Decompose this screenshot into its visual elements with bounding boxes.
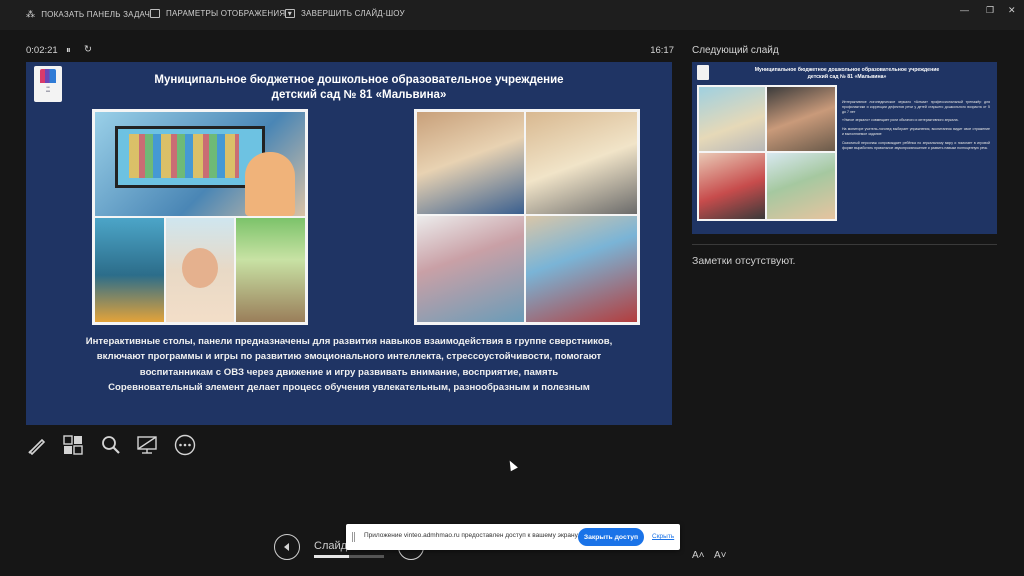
- slide-body-text: Интерактивные столы, панели предназначен…: [44, 334, 654, 395]
- pen-tool-button[interactable]: [26, 434, 48, 456]
- more-options-button[interactable]: [174, 434, 196, 456]
- left-photo-collage: [92, 109, 308, 325]
- slide-body-line4: Соревновательный элемент делает процесс …: [108, 381, 590, 393]
- show-taskbar-button[interactable]: ⁂ ПОКАЗАТЬ ПАНЕЛЬ ЗАДАЧ: [26, 9, 150, 20]
- next-para4: Сказочный персонаж сопровождает ребёнка …: [842, 140, 990, 150]
- photo-aquarium: [95, 218, 164, 322]
- blackout-button[interactable]: [136, 434, 158, 456]
- photo-sand-table: [417, 112, 524, 214]
- elapsed-timer: 0:02:21: [26, 45, 58, 56]
- next-slide-title: Муниципальное бюджетное дошкольное образ…: [722, 67, 972, 80]
- drag-handle-icon[interactable]: [352, 532, 355, 542]
- next-para2: «Умное зеркало» совмещает роли обычного …: [842, 118, 959, 123]
- screen-share-notification: Приложение vinteo.admhmao.ru предоставле…: [346, 524, 680, 550]
- reset-timer-button[interactable]: ↻: [84, 44, 92, 55]
- next-para1: Интерактивное логопедическое зеркало «Ал…: [842, 100, 990, 114]
- photo-tablet-table: [417, 216, 524, 322]
- photo-light-table: [526, 112, 637, 214]
- slide-progress-bar: [314, 555, 384, 558]
- slides-grid-icon: [63, 435, 83, 455]
- minimize-button[interactable]: —: [960, 5, 969, 15]
- panel-divider: [692, 244, 997, 245]
- display-settings-button[interactable]: ПАРАМЕТРЫ ОТОБРАЖЕНИЯ ▾: [150, 9, 292, 18]
- kindergarten-logo: ▪▪▪ ▪▪▪▪: [34, 66, 62, 102]
- right-photo-collage: [414, 109, 640, 325]
- more-icon: [174, 434, 196, 456]
- next-slide-text: Интерактивное логопедическое зеркало «Ал…: [842, 100, 990, 154]
- screen-blackout-icon: [137, 436, 157, 454]
- next-title-line1: Муниципальное бюджетное дошкольное образ…: [754, 67, 940, 73]
- share-notification-text: Приложение vinteo.admhmao.ru предоставле…: [364, 532, 580, 539]
- monitor-icon: [150, 9, 160, 18]
- stop-sharing-button[interactable]: Закрыть доступ: [578, 528, 644, 546]
- current-slide[interactable]: ▪▪▪ ▪▪▪▪ Муниципальное бюджетное дошкольн…: [26, 62, 672, 425]
- slide-body-line1: Интерактивные столы, панели предназначен…: [85, 336, 613, 347]
- slide-body-line2: включают программы и игры по развитию эм…: [96, 351, 602, 363]
- next-slide-logo: [697, 65, 709, 80]
- hide-notification-link[interactable]: Скрыть: [652, 533, 674, 540]
- timer-row: 0:02:21 ⏸ ↻ 16:17: [26, 44, 674, 60]
- pen-icon: [28, 438, 46, 455]
- slide-title-line2: детский сад № 81 «Мальвина»: [271, 89, 447, 101]
- slide-title: Муниципальное бюджетное дошкольное образ…: [86, 73, 632, 103]
- photo-child-face: [166, 218, 234, 322]
- arrow-left-icon: [284, 543, 289, 551]
- end-show-label: ЗАВЕРШИТЬ СЛАЙД-ШОУ: [301, 9, 405, 18]
- previous-slide-button[interactable]: [274, 534, 300, 560]
- display-settings-label: ПАРАМЕТРЫ ОТОБРАЖЕНИЯ ▾: [166, 9, 292, 18]
- increase-font-button[interactable]: A˄: [692, 550, 705, 561]
- zoom-button[interactable]: [100, 434, 122, 456]
- photo-interactive-panel: [95, 112, 305, 216]
- restore-button[interactable]: ❐: [986, 5, 994, 16]
- slide-progress-fill: [314, 555, 349, 558]
- next-title-line2: детский сад № 81 «Мальвина»: [807, 73, 887, 80]
- next-slide-collage: [697, 85, 837, 221]
- presenter-toolbar: ⁂ ПОКАЗАТЬ ПАНЕЛЬ ЗАДАЧ ПАРАМЕТРЫ ОТОБРА…: [0, 0, 1024, 30]
- magnifier-icon: [102, 436, 120, 454]
- slide-body-line3: воспитанникам с ОВЗ через движение и игр…: [139, 366, 559, 378]
- next-para3: На мониторе учитель-логопед выбирает упр…: [842, 127, 990, 136]
- see-all-slides-button[interactable]: [62, 434, 84, 456]
- next-slide-preview[interactable]: Муниципальное бюджетное дошкольное образ…: [692, 62, 997, 234]
- next-slide-label: Следующий слайд: [692, 45, 779, 56]
- pause-timer-button[interactable]: ⏸: [66, 45, 71, 56]
- slide-title-line1: Муниципальное бюджетное дошкольное образ…: [154, 74, 564, 86]
- photo-monitor-game: [526, 216, 637, 322]
- slide-counter[interactable]: Слайд: [314, 540, 347, 552]
- decrease-font-button[interactable]: A˅: [714, 550, 727, 561]
- speaker-notes[interactable]: Заметки отсутствуют.: [692, 255, 795, 267]
- mouse-cursor-icon: [506, 458, 518, 472]
- show-taskbar-label: ПОКАЗАТЬ ПАНЕЛЬ ЗАДАЧ: [41, 10, 151, 19]
- end-show-button[interactable]: ЗАВЕРШИТЬ СЛАЙД-ШОУ: [285, 9, 405, 18]
- close-button[interactable]: ✕: [1008, 5, 1016, 16]
- photo-children-playing: [236, 218, 305, 322]
- current-time: 16:17: [650, 45, 674, 56]
- end-show-icon: [285, 9, 295, 18]
- taskbar-icon: ⁂: [26, 9, 36, 19]
